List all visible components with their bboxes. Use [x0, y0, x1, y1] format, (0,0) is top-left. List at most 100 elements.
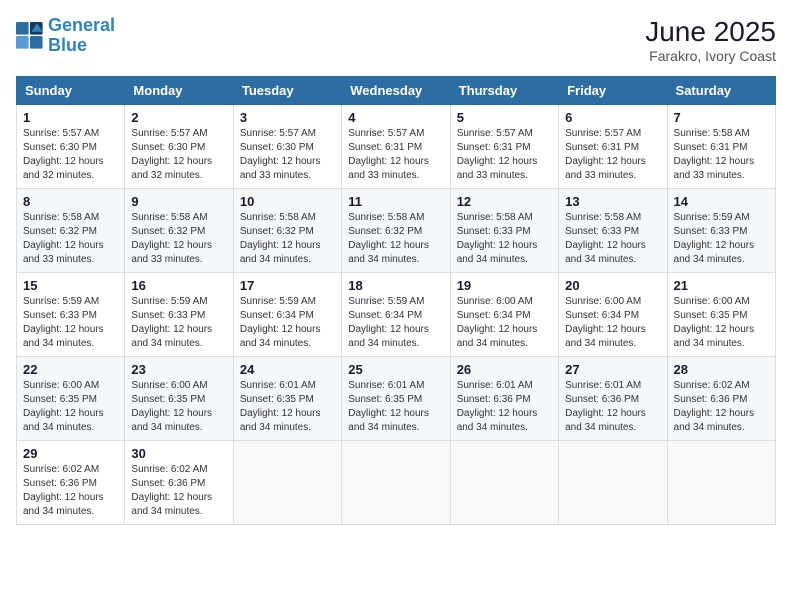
day-number: 13: [565, 194, 660, 209]
day-info: Sunrise: 6:02 AMSunset: 6:36 PMDaylight:…: [674, 380, 755, 433]
day-info: Sunrise: 5:59 AMSunset: 6:33 PMDaylight:…: [674, 212, 755, 265]
day-number: 2: [131, 110, 226, 125]
day-number: 10: [240, 194, 335, 209]
day-info: Sunrise: 6:01 AMSunset: 6:36 PMDaylight:…: [457, 380, 538, 433]
calendar-cell: 27 Sunrise: 6:01 AMSunset: 6:36 PMDaylig…: [559, 357, 667, 441]
calendar-cell: 19 Sunrise: 6:00 AMSunset: 6:34 PMDaylig…: [450, 273, 558, 357]
day-info: Sunrise: 5:57 AMSunset: 6:31 PMDaylight:…: [348, 128, 429, 181]
calendar-cell: 16 Sunrise: 5:59 AMSunset: 6:33 PMDaylig…: [125, 273, 233, 357]
day-info: Sunrise: 5:58 AMSunset: 6:32 PMDaylight:…: [23, 212, 104, 265]
day-info: Sunrise: 5:58 AMSunset: 6:31 PMDaylight:…: [674, 128, 755, 181]
calendar-cell: [450, 441, 558, 525]
day-info: Sunrise: 5:57 AMSunset: 6:31 PMDaylight:…: [565, 128, 646, 181]
day-number: 17: [240, 278, 335, 293]
title-block: June 2025 Farakro, Ivory Coast: [645, 16, 776, 64]
calendar-cell: 10 Sunrise: 5:58 AMSunset: 6:32 PMDaylig…: [233, 189, 341, 273]
day-number: 11: [348, 194, 443, 209]
day-number: 26: [457, 362, 552, 377]
logo-text: General Blue: [48, 16, 115, 56]
col-friday: Friday: [559, 77, 667, 105]
day-info: Sunrise: 5:57 AMSunset: 6:30 PMDaylight:…: [23, 128, 104, 181]
calendar-cell: 30 Sunrise: 6:02 AMSunset: 6:36 PMDaylig…: [125, 441, 233, 525]
calendar-row: 15 Sunrise: 5:59 AMSunset: 6:33 PMDaylig…: [17, 273, 776, 357]
calendar-cell: 20 Sunrise: 6:00 AMSunset: 6:34 PMDaylig…: [559, 273, 667, 357]
logo: General Blue: [16, 16, 115, 56]
calendar-table: Sunday Monday Tuesday Wednesday Thursday…: [16, 76, 776, 525]
calendar-cell: 6 Sunrise: 5:57 AMSunset: 6:31 PMDayligh…: [559, 105, 667, 189]
calendar-cell: 5 Sunrise: 5:57 AMSunset: 6:31 PMDayligh…: [450, 105, 558, 189]
day-info: Sunrise: 5:59 AMSunset: 6:34 PMDaylight:…: [348, 296, 429, 349]
day-info: Sunrise: 5:57 AMSunset: 6:31 PMDaylight:…: [457, 128, 538, 181]
calendar-cell: 2 Sunrise: 5:57 AMSunset: 6:30 PMDayligh…: [125, 105, 233, 189]
calendar-cell: [559, 441, 667, 525]
day-info: Sunrise: 5:59 AMSunset: 6:33 PMDaylight:…: [131, 296, 212, 349]
day-number: 20: [565, 278, 660, 293]
logo-blue: Blue: [48, 36, 115, 56]
day-number: 21: [674, 278, 769, 293]
calendar-cell: 9 Sunrise: 5:58 AMSunset: 6:32 PMDayligh…: [125, 189, 233, 273]
calendar-cell: 25 Sunrise: 6:01 AMSunset: 6:35 PMDaylig…: [342, 357, 450, 441]
month-year: June 2025: [645, 16, 776, 48]
calendar-cell: 12 Sunrise: 5:58 AMSunset: 6:33 PMDaylig…: [450, 189, 558, 273]
day-number: 29: [23, 446, 118, 461]
day-number: 4: [348, 110, 443, 125]
day-number: 14: [674, 194, 769, 209]
calendar-cell: 22 Sunrise: 6:00 AMSunset: 6:35 PMDaylig…: [17, 357, 125, 441]
day-info: Sunrise: 5:58 AMSunset: 6:32 PMDaylight:…: [348, 212, 429, 265]
col-wednesday: Wednesday: [342, 77, 450, 105]
day-number: 16: [131, 278, 226, 293]
day-number: 5: [457, 110, 552, 125]
calendar-cell: 3 Sunrise: 5:57 AMSunset: 6:30 PMDayligh…: [233, 105, 341, 189]
calendar-cell: 8 Sunrise: 5:58 AMSunset: 6:32 PMDayligh…: [17, 189, 125, 273]
day-info: Sunrise: 5:58 AMSunset: 6:32 PMDaylight:…: [131, 212, 212, 265]
day-info: Sunrise: 6:02 AMSunset: 6:36 PMDaylight:…: [23, 464, 104, 517]
calendar-cell: 28 Sunrise: 6:02 AMSunset: 6:36 PMDaylig…: [667, 357, 775, 441]
calendar-cell: 24 Sunrise: 6:01 AMSunset: 6:35 PMDaylig…: [233, 357, 341, 441]
day-info: Sunrise: 5:59 AMSunset: 6:34 PMDaylight:…: [240, 296, 321, 349]
day-info: Sunrise: 6:02 AMSunset: 6:36 PMDaylight:…: [131, 464, 212, 517]
day-number: 6: [565, 110, 660, 125]
calendar-cell: 15 Sunrise: 5:59 AMSunset: 6:33 PMDaylig…: [17, 273, 125, 357]
day-number: 25: [348, 362, 443, 377]
calendar-cell: [342, 441, 450, 525]
day-number: 12: [457, 194, 552, 209]
calendar-cell: 1 Sunrise: 5:57 AMSunset: 6:30 PMDayligh…: [17, 105, 125, 189]
day-number: 22: [23, 362, 118, 377]
calendar-cell: 11 Sunrise: 5:58 AMSunset: 6:32 PMDaylig…: [342, 189, 450, 273]
calendar-header-row: Sunday Monday Tuesday Wednesday Thursday…: [17, 77, 776, 105]
col-thursday: Thursday: [450, 77, 558, 105]
day-number: 28: [674, 362, 769, 377]
day-number: 3: [240, 110, 335, 125]
day-info: Sunrise: 5:57 AMSunset: 6:30 PMDaylight:…: [240, 128, 321, 181]
day-number: 24: [240, 362, 335, 377]
day-info: Sunrise: 5:59 AMSunset: 6:33 PMDaylight:…: [23, 296, 104, 349]
day-number: 7: [674, 110, 769, 125]
calendar-cell: 23 Sunrise: 6:00 AMSunset: 6:35 PMDaylig…: [125, 357, 233, 441]
day-info: Sunrise: 6:00 AMSunset: 6:35 PMDaylight:…: [674, 296, 755, 349]
day-info: Sunrise: 6:00 AMSunset: 6:35 PMDaylight:…: [23, 380, 104, 433]
calendar-cell: 26 Sunrise: 6:01 AMSunset: 6:36 PMDaylig…: [450, 357, 558, 441]
calendar-row: 29 Sunrise: 6:02 AMSunset: 6:36 PMDaylig…: [17, 441, 776, 525]
logo-general: General: [48, 15, 115, 35]
calendar-row: 8 Sunrise: 5:58 AMSunset: 6:32 PMDayligh…: [17, 189, 776, 273]
col-sunday: Sunday: [17, 77, 125, 105]
calendar-row: 1 Sunrise: 5:57 AMSunset: 6:30 PMDayligh…: [17, 105, 776, 189]
calendar-cell: 21 Sunrise: 6:00 AMSunset: 6:35 PMDaylig…: [667, 273, 775, 357]
calendar-cell: 7 Sunrise: 5:58 AMSunset: 6:31 PMDayligh…: [667, 105, 775, 189]
day-info: Sunrise: 5:58 AMSunset: 6:33 PMDaylight:…: [565, 212, 646, 265]
day-number: 9: [131, 194, 226, 209]
location: Farakro, Ivory Coast: [645, 48, 776, 64]
day-info: Sunrise: 6:01 AMSunset: 6:36 PMDaylight:…: [565, 380, 646, 433]
calendar-cell: 29 Sunrise: 6:02 AMSunset: 6:36 PMDaylig…: [17, 441, 125, 525]
day-number: 30: [131, 446, 226, 461]
day-number: 8: [23, 194, 118, 209]
calendar-cell: [667, 441, 775, 525]
day-info: Sunrise: 6:01 AMSunset: 6:35 PMDaylight:…: [348, 380, 429, 433]
calendar-cell: 4 Sunrise: 5:57 AMSunset: 6:31 PMDayligh…: [342, 105, 450, 189]
calendar-cell: 13 Sunrise: 5:58 AMSunset: 6:33 PMDaylig…: [559, 189, 667, 273]
day-info: Sunrise: 5:58 AMSunset: 6:32 PMDaylight:…: [240, 212, 321, 265]
day-info: Sunrise: 6:00 AMSunset: 6:34 PMDaylight:…: [457, 296, 538, 349]
day-number: 27: [565, 362, 660, 377]
day-info: Sunrise: 5:57 AMSunset: 6:30 PMDaylight:…: [131, 128, 212, 181]
day-number: 18: [348, 278, 443, 293]
